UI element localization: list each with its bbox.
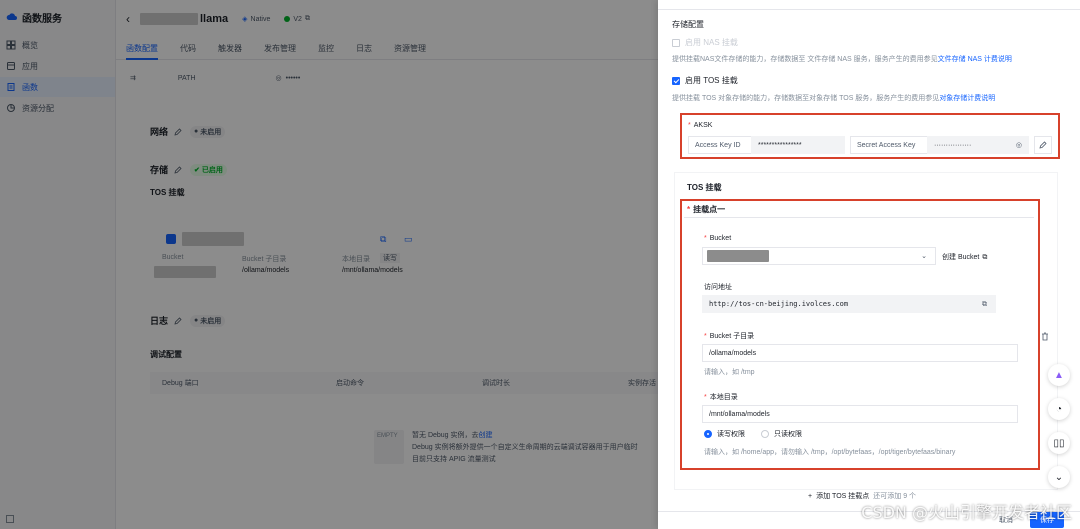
access-key-addon: Access Key ID [688, 136, 752, 154]
required-mark: * [704, 235, 707, 242]
watermark: CSDN @火山引擎开发者社区 [861, 503, 1072, 522]
nas-checkbox[interactable] [672, 38, 680, 47]
create-bucket-link[interactable]: 创建 Bucket ⧉ [942, 252, 987, 262]
bucket-label: Bucket [709, 235, 732, 242]
local-dir-label-row: * 本地目录 [704, 392, 738, 402]
secret-key-input[interactable]: ················ ◎ [927, 136, 1029, 154]
create-bucket-label: 创建 Bucket [942, 254, 980, 261]
copy-icon[interactable]: ⧉ [982, 300, 987, 309]
local-dir-hint: 请输入，如 /home/app，请勿输入 /tmp，/opt/bytefaas，… [704, 449, 956, 456]
plus-icon: + [808, 493, 813, 500]
required-mark: * [688, 122, 691, 129]
access-address-field: http://tos-cn-beijing.ivolces.com ⧉ [702, 295, 996, 313]
access-address-label: 访问地址 [704, 284, 732, 291]
secret-key-value: ················ [934, 141, 972, 149]
radio-off-icon [760, 430, 769, 439]
external-link-icon: ⧉ [982, 254, 988, 261]
radio-rw-label: 读写权限 [717, 431, 745, 438]
tos-checkbox[interactable] [672, 76, 680, 85]
edit-icon [1039, 141, 1047, 149]
drawer-top-divider [658, 0, 1080, 10]
aksk-label: AKSK [693, 122, 713, 129]
mount-point-title: 挂载点一 [693, 205, 726, 214]
subdir-label-row: * Bucket 子目录 [704, 331, 754, 341]
divider [684, 217, 1034, 218]
nas-hint: 提供挂载NAS文件存储的能力，存储数据至 文件存储 NAS 服务，服务产生的费用… [672, 54, 1012, 64]
access-address-value: http://tos-cn-beijing.ivolces.com [709, 300, 849, 308]
local-dir-input[interactable]: /mnt/ollama/models [702, 405, 1018, 423]
modal-overlay[interactable] [0, 0, 658, 529]
tos-mount-title: TOS 挂载 [687, 183, 722, 192]
book-icon: ▯▯ [1053, 437, 1065, 449]
nas-billing-link[interactable]: 文件存储 NAS 计费说明 [938, 56, 1012, 63]
ai-assistant-button[interactable]: ▲ [1048, 364, 1070, 386]
eye-off-icon[interactable]: ◎ [1016, 141, 1022, 149]
tos-hint-text: 提供挂载 TOS 对象存储的能力，存储数据至对象存储 TOS 服务，服务产生的费… [672, 95, 940, 102]
docs-button[interactable]: ▯▯ [1048, 432, 1070, 454]
subdir-label: Bucket 子目录 [709, 333, 755, 340]
masked-bucket-value [707, 250, 769, 262]
required-mark: * [704, 394, 707, 401]
tos-billing-link[interactable]: 对象存储计费说明 [939, 95, 995, 102]
local-dir-label: 本地目录 [709, 394, 738, 401]
tos-mount-checkbox-row[interactable]: 启用 TOS 挂载 [672, 75, 738, 86]
secret-key-addon: Secret Access Key [850, 136, 928, 154]
radio-read-only[interactable]: 只读权限 [760, 430, 802, 439]
nas-hint-text: 提供挂载NAS文件存储的能力，存储数据至 文件存储 NAS 服务，服务产生的费用… [672, 56, 938, 63]
storage-config-title: 存储配置 [672, 20, 704, 29]
nas-mount-checkbox-row[interactable]: 启用 NAS 挂载 [672, 37, 738, 48]
trash-icon[interactable] [1041, 332, 1049, 341]
collapse-fab-button[interactable]: ⌄ [1048, 466, 1070, 488]
radio-ro-label: 只读权限 [773, 431, 802, 438]
support-button[interactable]: ◔ [1048, 398, 1070, 420]
mountain-icon: ▲ [1054, 369, 1064, 381]
permission-radio-group: 读写权限 只读权限 [704, 429, 802, 439]
headset-icon: ◔ [1055, 403, 1063, 415]
mount-point-title-row: * 挂载点一 [687, 204, 725, 215]
access-key-input[interactable]: **************** [751, 136, 845, 154]
subdir-input[interactable]: /ollama/models [702, 344, 1018, 362]
radio-read-write[interactable]: 读写权限 [704, 430, 745, 439]
required-mark: * [704, 333, 707, 340]
required-mark: * [687, 205, 691, 214]
bucket-select[interactable]: ⌄ [702, 247, 936, 265]
tos-label: 启用 TOS 挂载 [685, 76, 738, 85]
bucket-label-row: * Bucket [704, 235, 731, 242]
storage-config-drawer: 存储配置 启用 NAS 挂载 提供挂载NAS文件存储的能力，存储数据至 文件存储… [658, 0, 1080, 529]
aksk-label-row: * AKSK [688, 122, 712, 129]
tos-hint: 提供挂载 TOS 对象存储的能力，存储数据至对象存储 TOS 服务，服务产生的费… [672, 93, 995, 103]
chevron-down-icon: ⌄ [921, 253, 927, 260]
chevron-down-icon: ⌄ [1054, 471, 1064, 483]
nas-label: 启用 NAS 挂载 [685, 38, 738, 47]
radio-on-icon [704, 430, 712, 439]
subdir-hint: 请输入，如 /tmp [704, 369, 755, 376]
aksk-edit-button[interactable] [1034, 136, 1052, 154]
